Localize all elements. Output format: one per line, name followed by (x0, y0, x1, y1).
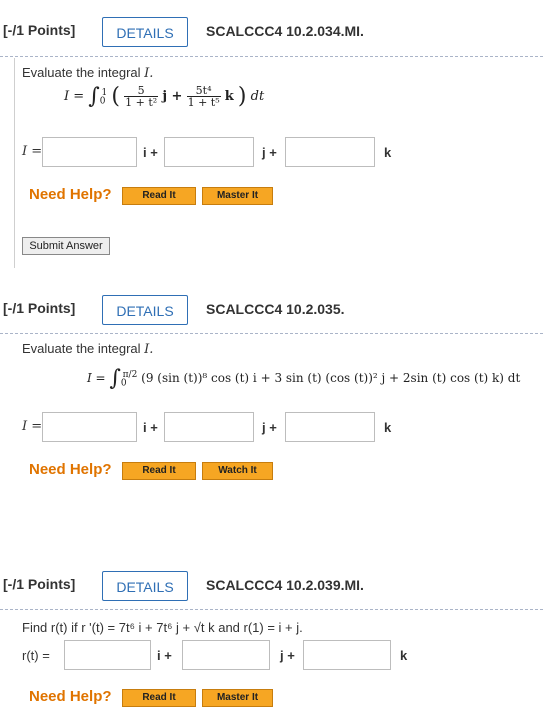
q1-divider (0, 56, 543, 57)
q3-prompt: Find r(t) if r '(t) = 7t⁶ i + 7t⁶ j + √t… (22, 620, 303, 635)
q1-question-code: SCALCCC4 10.2.034.MI. (206, 23, 364, 39)
q1-answer-k-input[interactable] (285, 137, 375, 167)
q1-prompt-var: I. (144, 66, 154, 81)
q3-header: [-/1 Points] DETAILS SCALCCC4 10.2.039.M… (0, 559, 543, 609)
q1-dt: dt (250, 89, 265, 104)
q1-formula-lhs: I = (64, 89, 85, 104)
q2-answer-label: I = (22, 419, 43, 434)
q1-formula: I = ∫01 ( 51 + t² j + 5t⁴ 1 + t⁵ k ) dt (64, 84, 265, 109)
q3-answer-k-input[interactable] (303, 640, 391, 670)
q3-unit-j: j + (280, 648, 295, 663)
q3-need-help: Need Help? (29, 688, 112, 705)
q1-header: [-/1 Points] DETAILS SCALCCC4 10.2.034.M… (0, 5, 543, 55)
q2-answer-j-input[interactable] (164, 412, 254, 442)
q1-lower-limit: 0 (99, 96, 106, 107)
q3-unit-k: k (400, 648, 408, 663)
q1-integral-sign: ∫ (88, 84, 100, 109)
q2-details-button[interactable]: DETAILS (102, 295, 188, 325)
q2-question-code: SCALCCC4 10.2.035. (206, 301, 345, 317)
q1-unit-i: i + (143, 145, 158, 160)
q2-answer-k-input[interactable] (285, 412, 375, 442)
q3-answer-i-input[interactable] (64, 640, 151, 670)
q2-upper-limit: π/2 (122, 370, 138, 380)
q2-formula-lhs: I = (87, 371, 106, 385)
q3-answer-j-input[interactable] (182, 640, 270, 670)
q3-unit-i: i + (157, 648, 172, 663)
q1-unit-k: k (384, 145, 392, 160)
q1-vec-j: j + (162, 89, 183, 104)
q2-integrand: (9 (sin (t))⁸ cos (t) i + 3 sin (t) (cos… (141, 371, 521, 385)
q1-need-help: Need Help? (29, 186, 112, 203)
q1-prompt-text: Evaluate the integral (22, 65, 141, 80)
q2-answer-i-input[interactable] (42, 412, 137, 442)
q2-unit-k: k (384, 420, 392, 435)
q3-question-code: SCALCCC4 10.2.039.MI. (206, 577, 364, 593)
q2-unit-j: j + (262, 420, 277, 435)
q2-divider (0, 333, 543, 334)
q2-integral-sign: ∫ (109, 366, 121, 391)
q3-master-it-button[interactable]: Master It (202, 689, 273, 707)
q1-answer-label: I = (22, 144, 43, 159)
q2-header: [-/1 Points] DETAILS SCALCCC4 10.2.035. (0, 283, 543, 333)
q1-fraction-2: 5t⁴ 1 + t⁵ (186, 84, 221, 109)
q2-unit-i: i + (143, 420, 158, 435)
q1-answer-j-input[interactable] (164, 137, 254, 167)
q2-watch-it-button[interactable]: Watch It (202, 462, 273, 480)
q2-formula: I = ∫0π/2 (9 (sin (t))⁸ cos (t) i + 3 si… (87, 366, 520, 391)
q1-prompt: Evaluate the integral I. (22, 65, 153, 81)
q1-fraction-1: 51 + t² (124, 84, 159, 109)
submit-answer-button[interactable]: Submit Answer (22, 237, 110, 255)
q1-upper-limit: 1 (101, 87, 108, 98)
q1-unit-j: j + (262, 145, 277, 160)
q2-read-it-button[interactable]: Read It (122, 462, 196, 480)
q2-prompt-var: I. (144, 342, 154, 357)
q1-read-it-button[interactable]: Read It (122, 187, 196, 205)
q2-need-help: Need Help? (29, 461, 112, 478)
q1-master-it-button[interactable]: Master It (202, 187, 273, 205)
q1-details-button[interactable]: DETAILS (102, 17, 188, 47)
q2-prompt-text: Evaluate the integral (22, 341, 141, 356)
q1-points: [-/1 Points] (3, 22, 76, 38)
q3-answer-label: r(t) = (22, 648, 50, 663)
q3-points: [-/1 Points] (3, 576, 76, 592)
q1-answer-i-input[interactable] (42, 137, 137, 167)
q2-points: [-/1 Points] (3, 300, 76, 316)
q3-details-button[interactable]: DETAILS (102, 571, 188, 601)
q2-prompt: Evaluate the integral I. (22, 341, 153, 357)
q1-vec-k: k (224, 89, 234, 104)
q3-read-it-button[interactable]: Read It (122, 689, 196, 707)
q3-divider (0, 609, 543, 610)
